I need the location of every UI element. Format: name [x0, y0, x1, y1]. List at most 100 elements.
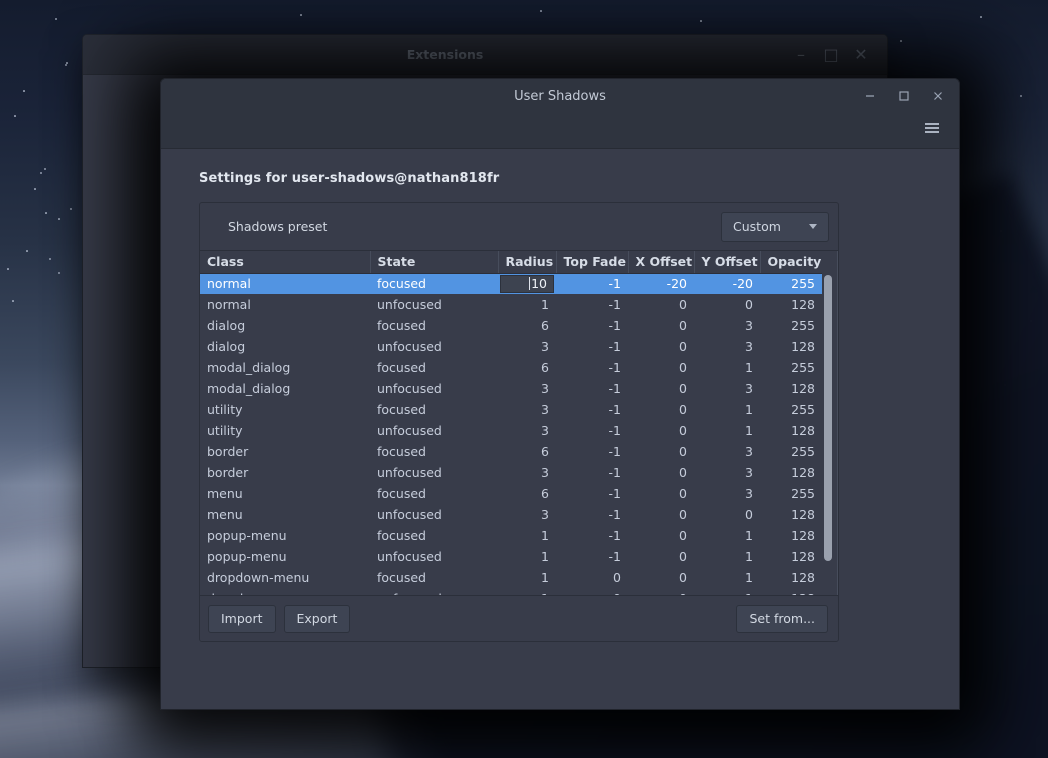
table-cell-y_offset[interactable]: 0 [694, 294, 760, 315]
table-row[interactable]: dialog focused 6 -1 0 3 255 [200, 315, 822, 336]
table-cell-state[interactable]: unfocused [370, 462, 498, 483]
table-cell-radius[interactable]: 3 [498, 378, 556, 399]
table-cell-class[interactable]: dialog [200, 336, 370, 357]
table-cell-x_offset[interactable]: 0 [628, 399, 694, 420]
table-cell-radius[interactable]: 3 [498, 420, 556, 441]
table-cell-opacity[interactable]: 128 [760, 336, 822, 357]
table-cell-class[interactable]: modal_dialog [200, 357, 370, 378]
table-cell-y_offset[interactable]: 0 [694, 504, 760, 525]
minimize-button[interactable] [861, 87, 879, 105]
close-button[interactable] [929, 87, 947, 105]
table-cell-opacity[interactable]: 255 [760, 399, 822, 420]
dialog-headerbar[interactable]: User Shadows [161, 79, 959, 149]
table-cell-radius[interactable]: 10 [498, 273, 556, 294]
table-scrollbar[interactable] [823, 275, 834, 587]
table-cell-radius[interactable]: 1 [498, 588, 556, 595]
table-cell-top_fade[interactable]: -1 [556, 378, 628, 399]
table-cell-x_offset[interactable]: 0 [628, 378, 694, 399]
table-cell-state[interactable]: unfocused [370, 294, 498, 315]
table-cell-radius[interactable]: 3 [498, 504, 556, 525]
table-cell-y_offset[interactable]: 1 [694, 567, 760, 588]
table-cell-x_offset[interactable]: 0 [628, 294, 694, 315]
extensions-titlebar[interactable]: Extensions – □ ✕ [83, 35, 887, 75]
table-cell-x_offset[interactable]: 0 [628, 588, 694, 595]
table-cell-top_fade[interactable]: -1 [556, 525, 628, 546]
shadows-table-container[interactable]: Class State Radius Top Fade X Offset Y Offset… [200, 251, 838, 595]
table-cell-state[interactable]: focused [370, 315, 498, 336]
table-cell-opacity[interactable]: 128 [760, 504, 822, 525]
table-cell-x_offset[interactable]: 0 [628, 420, 694, 441]
table-scrollbar-thumb[interactable] [824, 275, 832, 561]
table-cell-state[interactable]: unfocused [370, 336, 498, 357]
hamburger-menu-icon[interactable] [917, 114, 947, 142]
table-cell-top_fade[interactable]: -1 [556, 273, 628, 294]
table-cell-y_offset[interactable]: 3 [694, 378, 760, 399]
table-cell-top_fade[interactable]: -1 [556, 546, 628, 567]
table-cell-radius[interactable]: 3 [498, 399, 556, 420]
table-row[interactable]: popup-menu unfocused 1 -1 0 1 128 [200, 546, 822, 567]
table-cell-opacity[interactable]: 255 [760, 357, 822, 378]
table-cell-class[interactable]: normal [200, 273, 370, 294]
table-cell-radius[interactable]: 3 [498, 336, 556, 357]
table-cell-radius[interactable]: 6 [498, 483, 556, 504]
table-cell-state[interactable]: focused [370, 399, 498, 420]
table-header-radius[interactable]: Radius [497, 251, 556, 274]
table-cell-x_offset[interactable]: 0 [628, 441, 694, 462]
export-button[interactable]: Export [283, 604, 351, 633]
table-cell-opacity[interactable]: 255 [760, 483, 822, 504]
table-cell-top_fade[interactable]: 0 [556, 567, 628, 588]
table-cell-radius[interactable]: 6 [498, 357, 556, 378]
table-cell-state[interactable]: focused [370, 525, 498, 546]
table-row[interactable]: normal focused 10 -1 -20 -20 255 [200, 273, 822, 294]
table-cell-state[interactable]: focused [370, 357, 498, 378]
table-cell-radius[interactable]: 6 [498, 441, 556, 462]
table-cell-opacity[interactable]: 255 [760, 441, 822, 462]
table-cell-top_fade[interactable]: -1 [556, 315, 628, 336]
table-cell-state[interactable]: unfocused [370, 546, 498, 567]
table-row[interactable]: modal_dialog focused 6 -1 0 1 255 [200, 357, 822, 378]
table-cell-top_fade[interactable]: -1 [556, 504, 628, 525]
table-row[interactable]: menu focused 6 -1 0 3 255 [200, 483, 822, 504]
table-cell-radius[interactable]: 6 [498, 315, 556, 336]
table-cell-top_fade[interactable]: -1 [556, 420, 628, 441]
table-cell-top_fade[interactable]: -1 [556, 462, 628, 483]
table-header-y_offset[interactable]: Y Offset [693, 251, 760, 274]
shadows-preset-dropdown[interactable]: Custom [721, 211, 829, 242]
table-cell-x_offset[interactable]: 0 [628, 504, 694, 525]
table-cell-y_offset[interactable]: 3 [694, 336, 760, 357]
table-row[interactable]: menu unfocused 3 -1 0 0 128 [200, 504, 822, 525]
table-cell-y_offset[interactable]: 3 [694, 315, 760, 336]
table-cell-x_offset[interactable]: 0 [628, 357, 694, 378]
table-cell-class[interactable]: utility [200, 399, 370, 420]
table-cell-x_offset[interactable]: 0 [628, 462, 694, 483]
table-cell-opacity[interactable]: 128 [760, 588, 822, 595]
table-cell-class[interactable]: dropdown-menu [200, 567, 370, 588]
table-cell-radius[interactable]: 1 [498, 525, 556, 546]
import-button[interactable]: Import [208, 604, 276, 633]
table-cell-y_offset[interactable]: 1 [694, 357, 760, 378]
table-cell-x_offset[interactable]: 0 [628, 315, 694, 336]
table-cell-radius[interactable]: 3 [498, 462, 556, 483]
table-cell-state[interactable]: unfocused [370, 504, 498, 525]
table-row[interactable]: dropdown-menu focused 1 0 0 1 128 [200, 567, 822, 588]
table-cell-class[interactable]: border [200, 441, 370, 462]
table-row[interactable]: popup-menu focused 1 -1 0 1 128 [200, 525, 822, 546]
table-cell-y_offset[interactable]: 1 [694, 420, 760, 441]
table-cell-y_offset[interactable]: 3 [694, 462, 760, 483]
close-icon[interactable]: ✕ [853, 45, 869, 64]
table-cell-y_offset[interactable]: 1 [694, 525, 760, 546]
table-header-opacity[interactable]: Opacity [759, 251, 822, 274]
table-cell-y_offset[interactable]: 1 [694, 399, 760, 420]
table-cell-class[interactable]: normal [200, 294, 370, 315]
table-cell-class[interactable]: popup-menu [200, 525, 370, 546]
table-row[interactable]: dialog unfocused 3 -1 0 3 128 [200, 336, 822, 357]
table-cell-x_offset[interactable]: 0 [628, 483, 694, 504]
table-cell-opacity[interactable]: 255 [760, 273, 822, 294]
table-header-state[interactable]: State [369, 251, 498, 274]
table-cell-x_offset[interactable]: -20 [628, 273, 694, 294]
table-cell-top_fade[interactable]: -1 [556, 483, 628, 504]
table-cell-top_fade[interactable]: -1 [556, 336, 628, 357]
table-cell-y_offset[interactable]: -20 [694, 273, 760, 294]
table-cell-state[interactable]: unfocused [370, 378, 498, 399]
table-cell-opacity[interactable]: 255 [760, 315, 822, 336]
